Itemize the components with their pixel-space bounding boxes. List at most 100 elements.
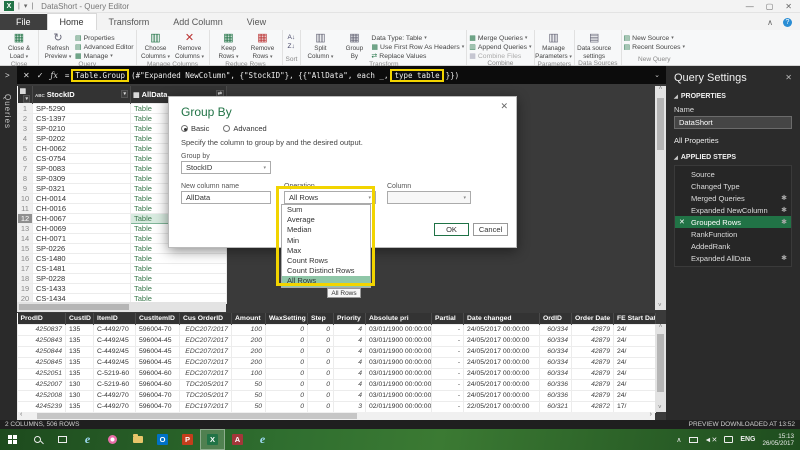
- column-header[interactable]: Partial: [432, 313, 464, 324]
- keep-rows-button[interactable]: ▦ Keep Rows ▾: [212, 32, 246, 61]
- stockid-cell[interactable]: SP-5290: [33, 104, 131, 114]
- data-cell[interactable]: -: [432, 335, 464, 346]
- data-cell[interactable]: 0: [308, 335, 334, 346]
- data-cell[interactable]: C-4492/70: [94, 390, 136, 401]
- data-cell[interactable]: 60/336: [540, 390, 572, 401]
- data-cell[interactable]: 24/: [614, 379, 656, 390]
- tab-file[interactable]: File: [0, 14, 47, 30]
- minimize-button[interactable]: —: [746, 2, 754, 11]
- show-hidden-icons-button[interactable]: ∧: [676, 436, 681, 444]
- data-cell[interactable]: 24/: [614, 324, 656, 335]
- column-header[interactable]: Step: [308, 313, 334, 324]
- data-cell[interactable]: C-5219-60: [94, 368, 136, 379]
- column-header[interactable]: ItemID: [94, 313, 136, 324]
- data-cell[interactable]: 596004-70: [136, 390, 180, 401]
- data-cell[interactable]: 02/01/1900 00:00:00: [366, 401, 432, 412]
- sort-descending-icon[interactable]: Z↓: [288, 43, 296, 50]
- stockid-cell[interactable]: CH-0069: [33, 224, 131, 234]
- data-cell[interactable]: 0: [266, 390, 308, 401]
- data-cell[interactable]: 4: [334, 335, 366, 346]
- data-cell[interactable]: 24/: [614, 368, 656, 379]
- data-cell[interactable]: 0: [308, 357, 334, 368]
- sort-ascending-icon[interactable]: A↓: [288, 34, 296, 41]
- dropdown-option[interactable]: Max: [282, 246, 370, 256]
- taskbar-search-button[interactable]: [25, 429, 50, 450]
- data-cell[interactable]: -: [432, 346, 464, 357]
- data-cell[interactable]: 42879: [572, 390, 614, 401]
- taskbar-excel-active[interactable]: X: [200, 429, 225, 450]
- scroll-up-icon[interactable]: ˄: [659, 324, 663, 330]
- filter-icon[interactable]: ▾: [121, 90, 128, 98]
- data-cell[interactable]: 24/05/2017 00:00:00: [464, 346, 540, 357]
- data-cell[interactable]: C-4492/70: [94, 324, 136, 335]
- data-cell[interactable]: EDC207/2017: [180, 335, 232, 346]
- data-cell[interactable]: 03/01/1900 00:00:00: [366, 390, 432, 401]
- dropdown-option[interactable]: Average: [282, 215, 370, 225]
- row-number[interactable]: 18: [18, 274, 33, 284]
- data-cell[interactable]: 03/01/1900 00:00:00: [366, 357, 432, 368]
- data-cell[interactable]: 3: [334, 401, 366, 412]
- dropdown-option[interactable]: All Rows: [282, 276, 370, 286]
- data-cell[interactable]: 4250843: [18, 335, 66, 346]
- row-number[interactable]: 15: [18, 244, 33, 254]
- preview-hscrollbar[interactable]: [17, 302, 226, 312]
- data-cell[interactable]: EDC207/2017: [180, 346, 232, 357]
- column-header[interactable]: FE Start Dat: [614, 313, 656, 324]
- row-number[interactable]: 13: [18, 224, 33, 234]
- dialog-close-icon[interactable]: ✕: [500, 101, 508, 112]
- column-header-stockid[interactable]: ABCStockID▾: [33, 86, 131, 104]
- data-cell[interactable]: C-4492/70: [94, 401, 136, 412]
- data-cell[interactable]: 60/336: [540, 379, 572, 390]
- merge-queries-button[interactable]: ▦Merge Queries ▾: [469, 34, 531, 42]
- data-cell[interactable]: 50: [232, 390, 266, 401]
- hscroll-thumb[interactable]: [37, 413, 357, 419]
- help-icon[interactable]: ?: [783, 18, 792, 27]
- formula-input[interactable]: = Table.Group (#"Expanded NewColumn", {"…: [65, 69, 459, 82]
- data-cell[interactable]: 0: [266, 346, 308, 357]
- stockid-cell[interactable]: CS-1397: [33, 114, 131, 124]
- group-by-select[interactable]: StockID▾: [181, 161, 271, 174]
- data-cell[interactable]: 4252007: [18, 379, 66, 390]
- data-cell[interactable]: 596004-60: [136, 368, 180, 379]
- stockid-cell[interactable]: CH-0067: [33, 214, 131, 224]
- column-header[interactable]: Cus OrderID: [180, 313, 232, 324]
- scroll-down-icon[interactable]: ˅: [658, 303, 662, 309]
- data-cell[interactable]: 4: [334, 324, 366, 335]
- group-by-button[interactable]: ▦ Group By: [337, 32, 371, 61]
- step-settings-gear-icon[interactable]: ✱: [781, 206, 787, 214]
- taskbar-outlook[interactable]: O: [150, 429, 175, 450]
- data-cell[interactable]: 596004-60: [136, 379, 180, 390]
- operation-select[interactable]: All Rows▾: [284, 191, 376, 204]
- data-cell[interactable]: C-4492/45: [94, 346, 136, 357]
- data-cell[interactable]: TDC205/2017: [180, 390, 232, 401]
- data-cell[interactable]: 130: [66, 390, 94, 401]
- data-cell[interactable]: 135: [66, 324, 94, 335]
- properties-section-header[interactable]: ◢PROPERTIES: [674, 93, 792, 100]
- commit-formula-icon[interactable]: ✓: [37, 71, 44, 80]
- data-cell[interactable]: 4252008: [18, 390, 66, 401]
- data-cell[interactable]: 24/05/2017 00:00:00: [464, 335, 540, 346]
- data-cell[interactable]: EDC207/2017: [180, 357, 232, 368]
- stockid-cell[interactable]: CH-0014: [33, 194, 131, 204]
- applied-step-item[interactable]: ✕ RankFunction ✱: [675, 228, 791, 240]
- data-cell[interactable]: EDC207/2017: [180, 324, 232, 335]
- query-name-input[interactable]: DataShort: [674, 116, 792, 129]
- use-first-row-button[interactable]: ▦Use First Row As Headers ▾: [371, 43, 464, 51]
- data-cell[interactable]: 24/: [614, 357, 656, 368]
- column-header[interactable]: CustID: [66, 313, 94, 324]
- recent-sources-button[interactable]: ▤Recent Sources ▾: [624, 43, 686, 51]
- row-number[interactable]: 16: [18, 254, 33, 264]
- data-cell[interactable]: 03/01/1900 00:00:00: [366, 379, 432, 390]
- applied-step-item[interactable]: ✕ Merged Queries ✱: [675, 192, 791, 204]
- data-cell[interactable]: C-4492/45: [94, 335, 136, 346]
- data-cell[interactable]: -: [432, 368, 464, 379]
- data-cell[interactable]: 0: [266, 379, 308, 390]
- stockid-cell[interactable]: CH-0071: [33, 234, 131, 244]
- data-cell[interactable]: -: [432, 401, 464, 412]
- data-cell[interactable]: 0: [308, 379, 334, 390]
- stockid-cell[interactable]: SP-0083: [33, 164, 131, 174]
- clock[interactable]: 15:1326/05/2017: [762, 433, 794, 447]
- data-cell[interactable]: 24/05/2017 00:00:00: [464, 324, 540, 335]
- data-cell[interactable]: 596004-45: [136, 346, 180, 357]
- manage-button[interactable]: ▦Manage ▾: [75, 52, 134, 60]
